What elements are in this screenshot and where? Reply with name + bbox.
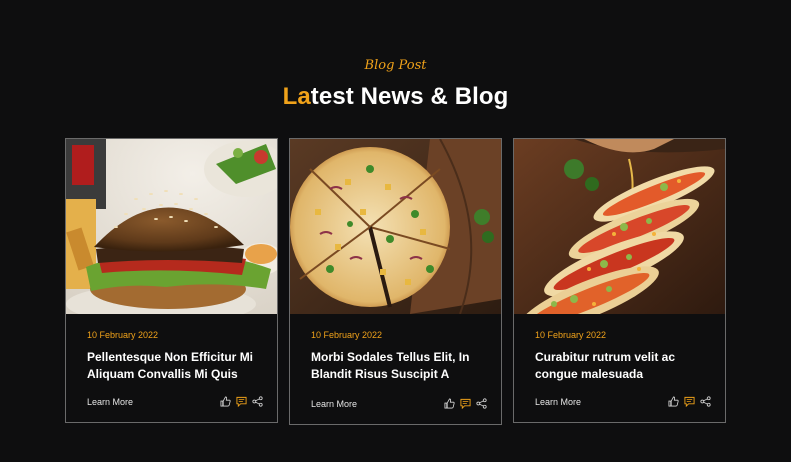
card-footer: Learn More — [311, 398, 487, 409]
post-title[interactable]: Morbi Sodales Tellus Elit, In Blandit Ri… — [311, 349, 491, 383]
post-date: 10 February 2022 — [87, 330, 159, 340]
thumbs-up-icon[interactable] — [668, 396, 679, 407]
card-actions — [668, 396, 711, 407]
card-footer: Learn More — [87, 396, 263, 407]
blog-section: Blog Post Latest News & Blog 10 February… — [0, 0, 791, 462]
thumbs-up-icon[interactable] — [444, 398, 455, 409]
burger-photo[interactable] — [66, 139, 277, 314]
section-title: Latest News & Blog — [0, 83, 791, 111]
card-footer: Learn More — [535, 396, 711, 407]
post-title[interactable]: Pellentesque Non Efficitur Mi Aliquam Co… — [87, 349, 267, 383]
card-actions — [444, 398, 487, 409]
section-title-accent: La — [282, 83, 311, 110]
learn-more-link[interactable]: Learn More — [311, 399, 357, 409]
learn-more-link[interactable]: Learn More — [87, 397, 133, 407]
post-date: 10 February 2022 — [311, 330, 383, 340]
share-icon[interactable] — [476, 398, 487, 409]
tacos-photo[interactable] — [514, 139, 725, 314]
comment-icon[interactable] — [236, 396, 247, 407]
learn-more-link[interactable]: Learn More — [535, 397, 581, 407]
post-date: 10 February 2022 — [535, 330, 607, 340]
section-title-rest: test News & Blog — [310, 83, 509, 110]
blog-card[interactable]: 10 February 2022 Curabitur rutrum velit … — [513, 138, 726, 423]
blog-card[interactable]: 10 February 2022 Morbi Sodales Tellus El… — [289, 138, 502, 425]
post-title[interactable]: Curabitur rutrum velit ac congue malesua… — [535, 349, 715, 383]
share-icon[interactable] — [700, 396, 711, 407]
comment-icon[interactable] — [684, 396, 695, 407]
comment-icon[interactable] — [460, 398, 471, 409]
section-eyebrow: Blog Post — [364, 58, 427, 73]
thumbs-up-icon[interactable] — [220, 396, 231, 407]
pizza-photo[interactable] — [290, 139, 501, 314]
card-actions — [220, 396, 263, 407]
blog-card[interactable]: 10 February 2022 Pellentesque Non Effici… — [65, 138, 278, 423]
share-icon[interactable] — [252, 396, 263, 407]
